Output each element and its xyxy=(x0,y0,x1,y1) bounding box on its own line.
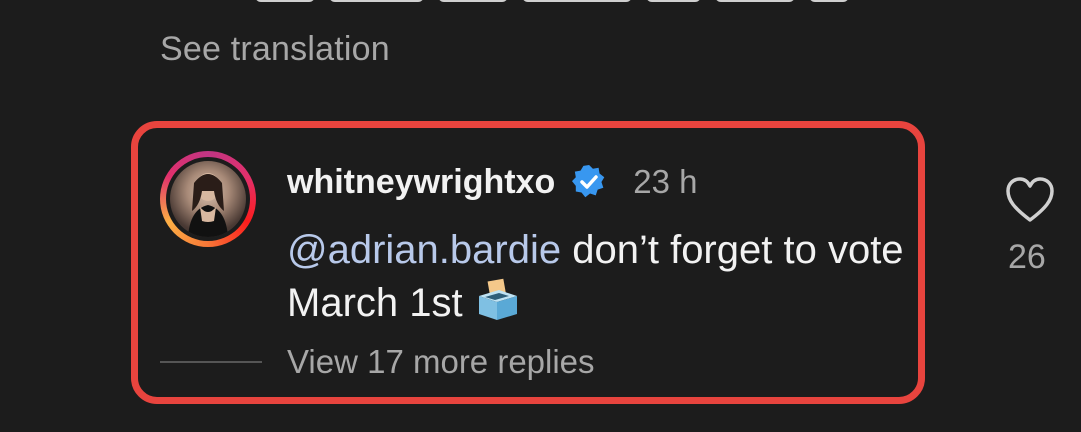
mention-link[interactable]: @adrian.bardie xyxy=(287,228,561,272)
verified-badge-icon xyxy=(571,164,607,200)
like-count: 26 xyxy=(1008,238,1046,276)
ballot-box-icon xyxy=(475,276,521,322)
comment-header: whitneywrightxo 23 h xyxy=(287,160,697,204)
comment-thread: See translation whitneywrightxo 23 h @ad… xyxy=(0,0,1081,432)
heart-icon[interactable] xyxy=(1004,176,1056,224)
avatar[interactable] xyxy=(166,157,250,241)
replies-divider xyxy=(160,361,262,363)
comment-timestamp: 23 h xyxy=(633,163,698,200)
username-link[interactable]: whitneywrightxo xyxy=(287,163,555,202)
comment-body: @adrian.bardie don’t forget to vote Marc… xyxy=(287,224,907,329)
see-translation-link[interactable]: See translation xyxy=(160,30,390,69)
previous-comment-text-cutoff xyxy=(255,0,955,4)
view-replies-row[interactable]: View 17 more replies xyxy=(160,338,595,386)
avatar-image xyxy=(170,161,246,237)
avatar-story-ring[interactable] xyxy=(160,151,256,247)
view-more-replies-button[interactable]: View 17 more replies xyxy=(287,343,595,381)
